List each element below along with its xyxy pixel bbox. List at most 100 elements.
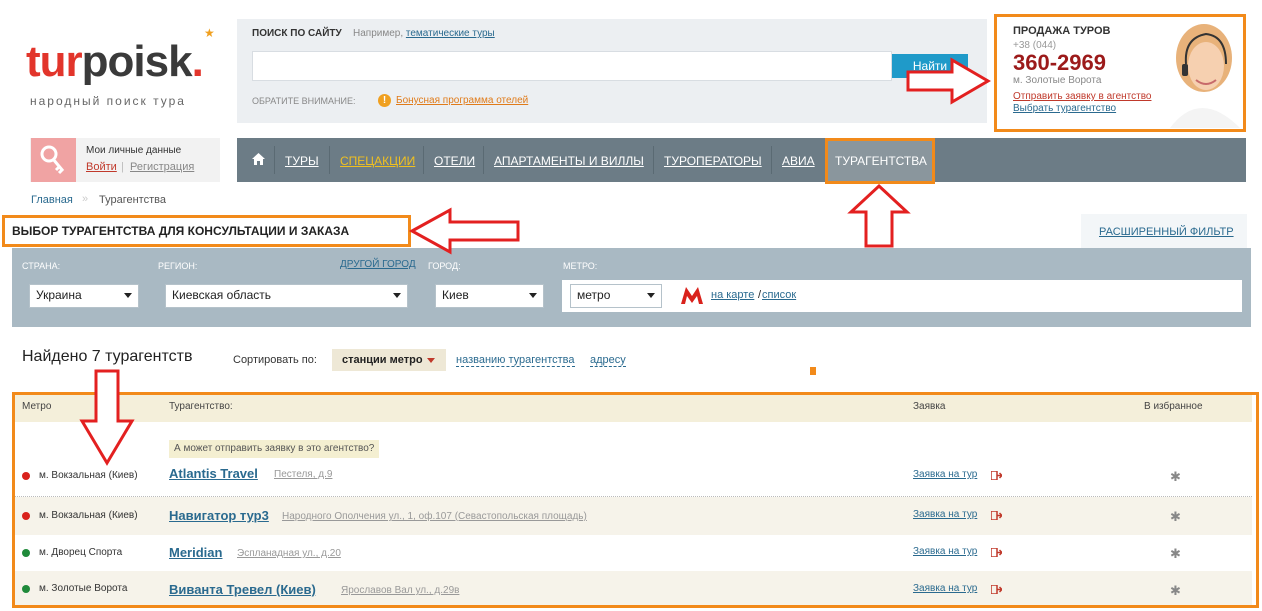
sales-title: ПРОДАЖА ТУРОВ (1013, 25, 1111, 37)
logo-part-poisk: poisk (81, 37, 193, 86)
search-input[interactable] (252, 51, 892, 81)
logo-tagline: народный поиск тура (30, 94, 186, 108)
sales-phone: 360-2969 (1013, 50, 1106, 75)
sales-metro: м. Золотые Ворота (1013, 75, 1102, 86)
sort-by-name-link[interactable]: названию турагентства (456, 354, 575, 367)
sort-active-label: станции метро (342, 354, 423, 366)
nav-travel-agencies[interactable]: ТУРАГЕНТСТВА (835, 154, 927, 168)
nav-hotels[interactable]: ОТЕЛИ (434, 154, 475, 168)
search-example-link[interactable]: тематические туры (406, 28, 495, 39)
list-link[interactable]: список (762, 289, 796, 301)
sort-label: Сортировать по: (233, 354, 317, 366)
region-label: РЕГИОН: (158, 261, 198, 271)
chevron-down-icon (124, 293, 132, 298)
search-example: Например, тематические туры (353, 28, 495, 39)
logo-dot: . (191, 37, 204, 86)
key-icon (31, 138, 76, 182)
breadcrumb-home[interactable]: Главная (31, 194, 73, 206)
breadcrumb-separator: » (82, 193, 89, 205)
site-logo[interactable]: turpoisk. (26, 37, 204, 86)
login-link[interactable]: Войти (86, 161, 117, 173)
metro-line-dot (22, 512, 30, 520)
request-arrow-icon[interactable] (991, 585, 1002, 594)
request-tour-link[interactable]: Заявка на тур (913, 509, 977, 520)
agency-name-link[interactable]: Meridian (169, 545, 222, 560)
map-link[interactable]: на карте (711, 289, 754, 301)
send-request-link[interactable]: Отправить заявку в агентство (1013, 91, 1151, 102)
metro-line-dot (22, 549, 30, 557)
sort-desc-icon (426, 357, 435, 363)
nav-separator (483, 146, 484, 174)
agency-address[interactable]: Народного Ополчения ул., 1, оф.107 (Сева… (282, 511, 587, 522)
register-link[interactable]: Регистрация (130, 161, 194, 173)
page-title: ВЫБОР ТУРАГЕНТСТВА ДЛЯ КОНСУЛЬТАЦИИ И ЗА… (12, 224, 350, 238)
account-title: Мои личные данные (86, 145, 182, 156)
chevron-down-icon (647, 293, 655, 298)
sort-by-address-link[interactable]: адресу (590, 354, 626, 367)
nav-tour-operators[interactable]: ТУРОПЕРАТОРЫ (664, 154, 762, 168)
country-select[interactable]: Украина (29, 284, 139, 308)
header-metro: Метро (22, 401, 52, 412)
header-agency: Турагентство: (169, 401, 233, 412)
logo-star-icon: ★ (204, 26, 215, 40)
other-city-link[interactable]: ДРУГОЙ ГОРОД (340, 259, 416, 270)
agency-name-link[interactable]: Навигатор тур3 (169, 508, 269, 523)
header-request: Заявка (913, 401, 946, 412)
request-arrow-icon[interactable] (991, 548, 1002, 557)
annotation-arrow-down-icon (79, 369, 135, 466)
results-count: Найдено 7 турагентств (22, 348, 193, 365)
metro-select[interactable]: метро (570, 284, 662, 308)
region-select[interactable]: Киевская область (165, 284, 408, 308)
nav-separator (771, 146, 772, 174)
agency-name-link[interactable]: Виванта Тревел (Киев) (169, 582, 316, 597)
search-example-prefix: Например, (353, 28, 404, 39)
favorite-star-icon[interactable]: ✱ (1170, 546, 1181, 562)
nav-separator (653, 146, 654, 174)
agency-address[interactable]: Пестеля, д.9 (274, 469, 332, 480)
row-metro: м. Дворец Спорта (39, 547, 123, 558)
request-arrow-icon[interactable] (991, 511, 1002, 520)
orange-marker (810, 367, 816, 375)
metro-line-dot (22, 585, 30, 593)
agency-address[interactable]: Эспланадная ул., д.20 (237, 548, 341, 559)
metro-filter-area (562, 280, 1242, 312)
notice-label: ОБРАТИТЕ ВНИМАНИЕ: (252, 96, 356, 106)
nav-separator (329, 146, 330, 174)
favorite-star-icon[interactable]: ✱ (1170, 509, 1181, 525)
request-tour-link[interactable]: Заявка на тур (913, 583, 977, 594)
favorite-star-icon[interactable]: ✱ (1170, 583, 1181, 599)
home-icon[interactable] (252, 153, 265, 165)
request-tour-link[interactable]: Заявка на тур (913, 546, 977, 557)
advanced-filter-link[interactable]: РАСШИРЕННЫЙ ФИЛЬТР (1099, 226, 1234, 238)
operator-photo (1170, 24, 1240, 128)
map-list-separator: / (758, 289, 762, 301)
nav-separator (423, 146, 424, 174)
agency-name-link[interactable]: Atlantis Travel (169, 466, 258, 481)
request-arrow-icon[interactable] (991, 471, 1002, 480)
agency-address[interactable]: Ярославов Вал ул., д.29в (341, 585, 459, 596)
header-favorite: В избранное (1144, 401, 1203, 412)
search-title: ПОИСК ПО САЙТУ (252, 28, 342, 39)
row-metro: м. Вокзальная (Киев) (39, 470, 138, 481)
nav-separator (274, 146, 275, 174)
sort-by-metro-button[interactable]: станции метро (332, 349, 446, 371)
region-value: Киевская область (172, 288, 272, 302)
metro-value: метро (577, 288, 611, 302)
breadcrumb-current: Турагентства (99, 194, 166, 206)
nav-apartments[interactable]: АПАРТАМЕНТЫ И ВИЛЛЫ (494, 154, 644, 168)
metro-logo-icon (681, 287, 703, 304)
bonus-program-link[interactable]: Бонусная программа отелей (396, 95, 528, 106)
metro-line-dot (22, 472, 30, 480)
chevron-down-icon (393, 293, 401, 298)
logo-part-tur: tur (26, 37, 83, 86)
annotation-arrow-up-icon (847, 183, 911, 248)
nav-tours[interactable]: ТУРЫ (285, 154, 319, 168)
request-tour-link[interactable]: Заявка на тур (913, 469, 977, 480)
choose-agency-link[interactable]: Выбрать турагентство (1013, 103, 1116, 114)
nav-special-offers[interactable]: СПЕЦАКЦИИ (340, 154, 415, 168)
nav-avia[interactable]: АВИА (782, 154, 815, 168)
favorite-star-icon[interactable]: ✱ (1170, 469, 1181, 485)
annotation-arrow-left-icon (408, 207, 520, 255)
city-label: ГОРОД: (428, 261, 461, 271)
city-select[interactable]: Киев (435, 284, 544, 308)
